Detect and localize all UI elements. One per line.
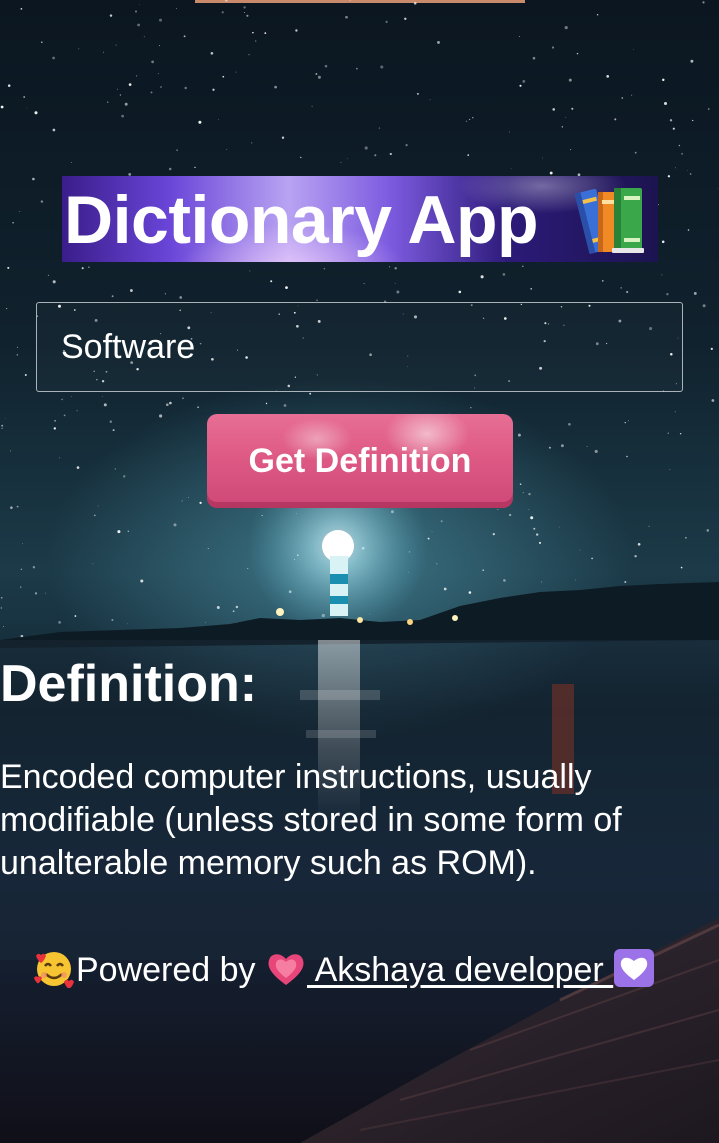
developer-link[interactable]: Akshaya developer	[265, 949, 655, 989]
developer-name: Akshaya developer	[307, 951, 614, 989]
footer-credit: Powered by Akshaya developer	[32, 946, 712, 994]
growing-heart-icon	[268, 954, 304, 985]
definition-text: Encoded computer instructions, usually m…	[0, 758, 622, 882]
get-definition-button[interactable]: Get Definition	[207, 414, 513, 508]
word-input[interactable]	[36, 302, 683, 392]
app-title: Dictionary App	[64, 182, 539, 258]
white-heart-icon	[614, 949, 655, 987]
smiling-face-with-hearts-icon	[34, 952, 74, 988]
app-screen: Dictionary App Get Definition Definition…	[0, 0, 719, 1143]
powered-by-text: Powered by	[76, 951, 265, 989]
title-banner: Dictionary App	[62, 176, 658, 262]
definition-heading: Definition:	[0, 655, 258, 713]
books-icon	[574, 188, 644, 255]
